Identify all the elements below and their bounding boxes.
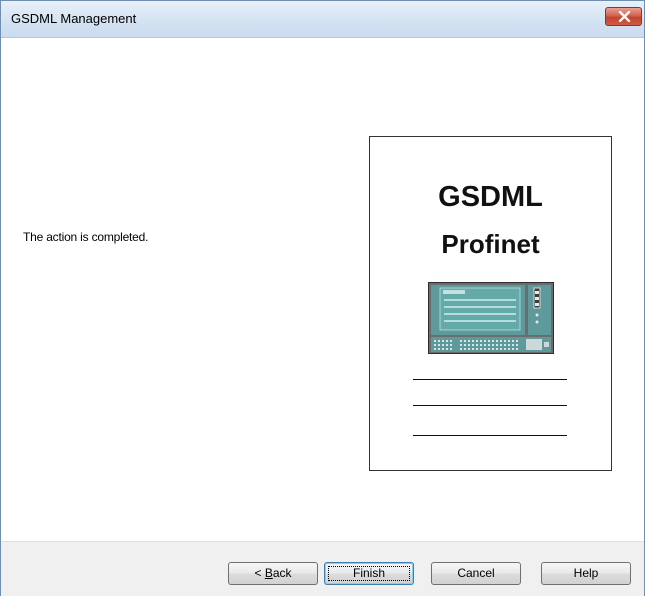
wizard-content: The action is completed. GSDML Profinet bbox=[1, 38, 644, 542]
doc-line-3 bbox=[413, 435, 567, 436]
back-mnemonic: B bbox=[264, 566, 273, 580]
back-prefix: < bbox=[254, 566, 265, 580]
button-bar: < Back Finish Cancel Help bbox=[1, 541, 644, 596]
title-bar[interactable]: GSDML Management bbox=[1, 1, 644, 38]
back-button[interactable]: < Back bbox=[228, 562, 318, 585]
help-button[interactable]: Help bbox=[541, 562, 631, 585]
back-button-label: < Back bbox=[254, 566, 291, 580]
doc-title-profinet: Profinet bbox=[441, 229, 540, 259]
doc-line-1 bbox=[413, 379, 567, 380]
finish-button[interactable]: Finish bbox=[324, 562, 414, 585]
doc-title-gsdml: GSDML bbox=[438, 181, 543, 213]
close-x-icon bbox=[618, 11, 631, 22]
finish-button-label: Finish bbox=[352, 566, 385, 580]
cancel-button[interactable]: Cancel bbox=[431, 562, 521, 585]
back-rest: ack bbox=[272, 566, 292, 580]
close-button[interactable] bbox=[605, 7, 642, 26]
window-title: GSDML Management bbox=[11, 11, 137, 26]
status-message: The action is completed. bbox=[23, 230, 149, 244]
plc-device-icon bbox=[428, 282, 554, 354]
cancel-button-label: Cancel bbox=[457, 566, 495, 580]
wizard-window: GSDML Management The action is completed… bbox=[0, 0, 645, 596]
help-button-label: Help bbox=[573, 566, 599, 580]
doc-line-2 bbox=[413, 405, 567, 406]
gsdml-document-illustration: GSDML Profinet bbox=[369, 136, 612, 471]
